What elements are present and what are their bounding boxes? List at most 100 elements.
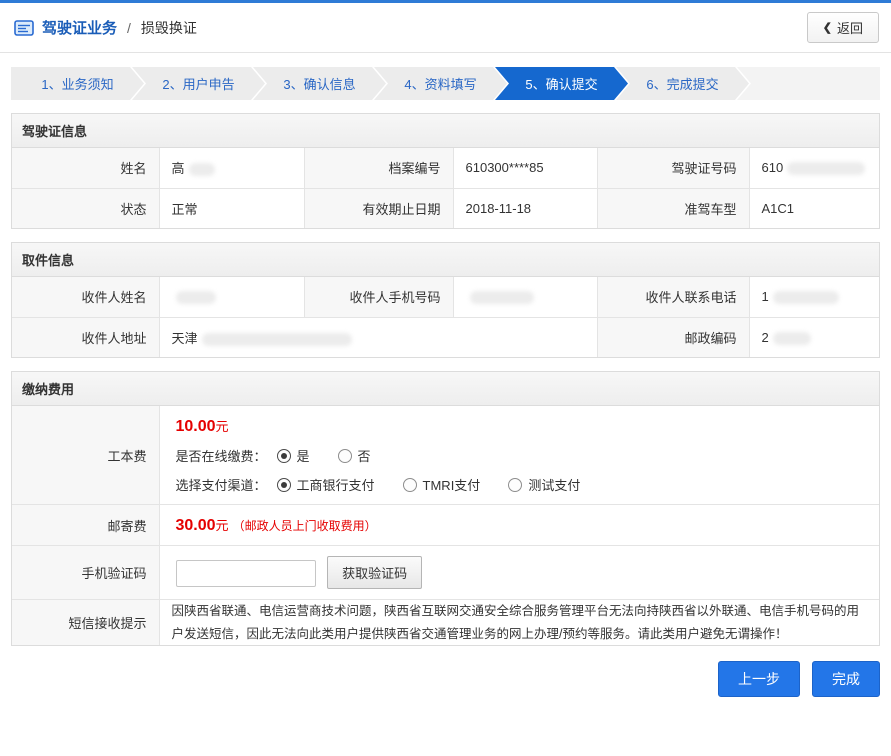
breadcrumb: 驾驶证业务 / 损毁换证 [14,17,197,38]
sms-code-content: 获取验证码 [159,546,879,600]
pickup-info-section: 取件信息 收件人姓名 收件人手机号码 收件人联系电话 1 收件人地址 天津 邮政… [11,242,880,358]
page-subtitle: 损毁换证 [141,18,197,38]
redacted-blur [176,291,216,304]
production-fee-amount-line: 10.00元 [176,416,864,436]
production-fee-unit: 元 [216,419,229,434]
status-value: 正常 [159,188,304,228]
channel-tmri-radio[interactable]: TMRI支付 [403,475,481,494]
step-tab-label: 3、确认信息 [283,74,355,93]
online-payment-row: 是否在线缴费： 是 否 [176,446,864,465]
recipient-mobile-value [453,277,597,317]
back-chevron-icon: ❮ [823,21,832,34]
table-row: 手机验证码 获取验证码 [12,546,879,600]
license-info-title: 驾驶证信息 [12,114,879,148]
redacted-blur [787,162,865,175]
online-payment-no-radio[interactable]: 否 [338,446,371,465]
radio-label: 测试支付 [528,475,580,494]
radio-label: 是 [297,446,310,465]
name-label: 姓名 [12,148,159,188]
recipient-address-value: 天津 [159,317,597,357]
table-row: 收件人地址 天津 邮政编码 2 [12,317,879,357]
postage-fee-label: 邮寄费 [12,505,159,546]
radio-icon [277,449,291,463]
production-fee-label: 工本费 [12,406,159,505]
radio-icon [277,478,291,492]
step-tab-label: 4、资料填写 [404,74,476,93]
recipient-phone-value: 1 [749,277,879,317]
recipient-address-label: 收件人地址 [12,317,159,357]
sms-notice-label: 短信接收提示 [12,600,159,646]
table-row: 工本费 10.00元 是否在线缴费： 是 否 选 [12,406,879,505]
breadcrumb-separator: / [127,20,131,36]
radio-icon [403,478,417,492]
step-tab-label: 2、用户申告 [162,74,234,93]
redacted-blur [202,333,352,346]
license-no-value: 610 [749,148,879,188]
step-tabs: 1、业务须知 2、用户申告 3、确认信息 4、资料填写 5、确认提交 6、完成提… [11,67,880,100]
license-no-label: 驾驶证号码 [597,148,749,188]
recipient-name-value [159,277,304,317]
step-tab-label: 1、业务须知 [41,74,113,93]
valid-until-value: 2018-11-18 [453,188,597,228]
step-tab-label: 5、确认提交 [525,74,597,93]
step-tab-label: 6、完成提交 [646,74,718,93]
online-payment-yes-radio[interactable]: 是 [277,446,310,465]
payment-channel-prompt: 选择支付渠道： [176,475,267,494]
online-payment-prompt: 是否在线缴费： [176,446,267,465]
radio-icon [338,449,352,463]
step-tab-5: 5、确认提交 [495,67,628,100]
recipient-phone-label: 收件人联系电话 [597,277,749,317]
redacted-blur [470,291,534,304]
valid-until-label: 有效期止日期 [304,188,453,228]
vehicle-class-label: 准驾车型 [597,188,749,228]
radio-label: TMRI支付 [423,475,481,494]
pickup-info-title: 取件信息 [12,243,879,277]
name-value: 高 [159,148,304,188]
table-row: 短信接收提示 因陕西省联通、电信运营商技术问题，陕西省互联网交通安全综合服务管理… [12,600,879,646]
fees-table: 工本费 10.00元 是否在线缴费： 是 否 选 [12,406,879,645]
radio-icon [508,478,522,492]
get-sms-code-button[interactable]: 获取验证码 [327,556,422,589]
postal-code-value: 2 [749,317,879,357]
table-row: 状态 正常 有效期止日期 2018-11-18 准驾车型 A1C1 [12,188,879,228]
postage-fee-unit: 元 [216,518,229,533]
back-button-label: 返回 [837,18,863,37]
page-header: 驾驶证业务 / 损毁换证 ❮ 返回 [0,3,891,53]
page-title: 驾驶证业务 [42,17,117,38]
step-tab-2: 2、用户申告 [132,67,265,100]
redacted-blur [773,332,811,345]
pickup-info-table: 收件人姓名 收件人手机号码 收件人联系电话 1 收件人地址 天津 邮政编码 2 [12,277,879,357]
production-fee-content: 10.00元 是否在线缴费： 是 否 选择支付渠道： [159,406,879,505]
step-tab-1: 1、业务须知 [11,67,144,100]
production-fee-amount: 10.00 [176,418,216,435]
sms-notice-text: 因陕西省联通、电信运营商技术问题，陕西省互联网交通安全综合服务管理平台无法向持陕… [159,600,879,646]
step-tabs-filler [737,67,880,100]
previous-step-button[interactable]: 上一步 [718,661,800,697]
vehicle-class-value: A1C1 [749,188,879,228]
table-row: 姓名 高 档案编号 610300****85 驾驶证号码 610 [12,148,879,188]
file-no-value: 610300****85 [453,148,597,188]
table-row: 收件人姓名 收件人手机号码 收件人联系电话 1 [12,277,879,317]
sms-code-label: 手机验证码 [12,546,159,600]
license-card-icon [14,20,34,36]
radio-label: 否 [358,446,371,465]
status-label: 状态 [12,188,159,228]
finish-button[interactable]: 完成 [812,661,880,697]
postage-fee-content: 30.00元（邮政人员上门收取费用） [159,505,879,546]
fees-section: 缴纳费用 工本费 10.00元 是否在线缴费： 是 否 [11,371,880,646]
step-tab-3: 3、确认信息 [253,67,386,100]
redacted-blur [773,291,839,304]
channel-test-radio[interactable]: 测试支付 [508,475,580,494]
recipient-mobile-label: 收件人手机号码 [304,277,453,317]
postage-fee-note: （邮政人员上门收取费用） [233,519,377,533]
payment-channel-row: 选择支付渠道： 工商银行支付 TMRI支付 测试支付 [176,475,864,494]
back-button[interactable]: ❮ 返回 [807,12,879,43]
sms-code-input[interactable] [176,560,316,587]
redacted-blur [189,163,215,176]
radio-label: 工商银行支付 [297,475,375,494]
channel-icbc-radio[interactable]: 工商银行支付 [277,475,375,494]
footer-actions: 上一步 完成 [11,661,880,697]
step-tab-6: 6、完成提交 [616,67,749,100]
step-tab-4: 4、资料填写 [374,67,507,100]
file-no-label: 档案编号 [304,148,453,188]
